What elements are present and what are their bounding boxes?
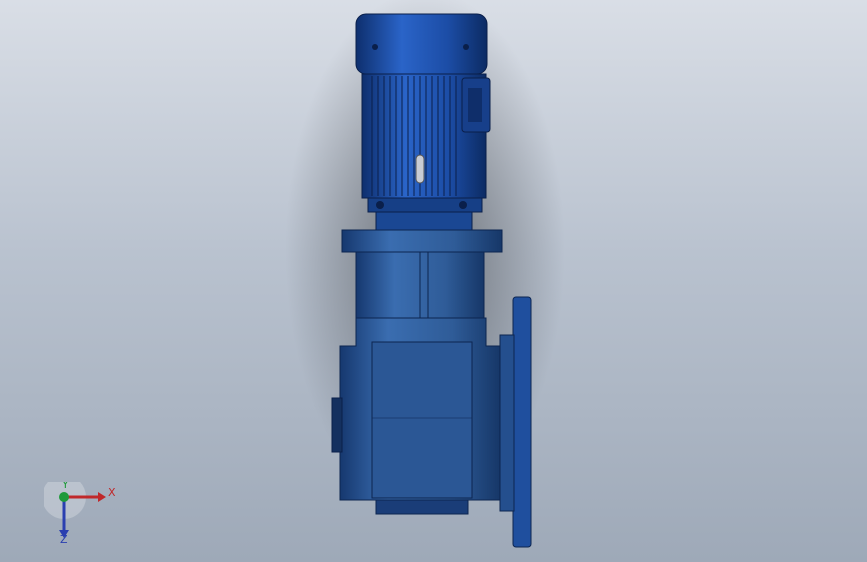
gear-motor-model[interactable] [0,0,867,562]
coordinate-triad: X Y Z [44,482,116,544]
3d-viewport[interactable]: X Y Z [0,0,867,562]
output-flange[interactable] [499,296,532,548]
adapter-flange[interactable] [341,229,503,253]
y-axis-dot [59,492,69,502]
z-axis-label: Z [60,533,68,544]
x-axis-label: X [108,486,116,499]
gearbox-housing[interactable] [331,251,501,515]
y-axis-label: Y [61,482,69,491]
motor[interactable] [355,13,491,231]
